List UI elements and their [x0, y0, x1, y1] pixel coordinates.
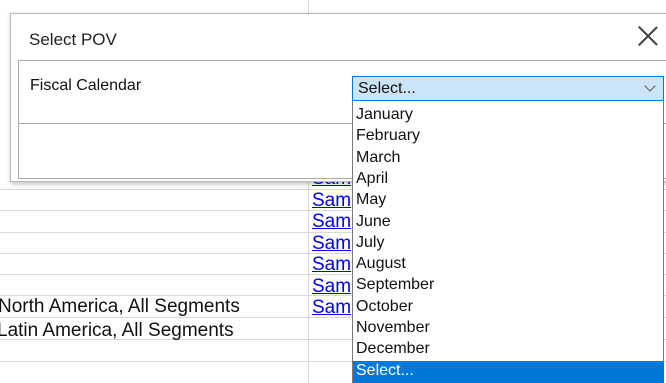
dialog-title: Select POV [29, 30, 117, 49]
close-icon[interactable] [637, 25, 659, 47]
sample-link[interactable]: Sam [312, 254, 351, 276]
option-may[interactable]: May [353, 190, 664, 211]
region-cell: North America, All Segments [0, 296, 240, 317]
fiscal-calendar-select[interactable]: Select... [352, 76, 664, 101]
fiscal-calendar-dropdown-list: January February March April May June Ju… [352, 101, 664, 383]
chevron-down-icon [644, 80, 656, 92]
option-select-placeholder[interactable]: Select... [353, 360, 664, 383]
sample-link[interactable]: Sam [312, 233, 351, 255]
sample-link[interactable]: Sam [312, 276, 351, 298]
sample-link[interactable]: Sam [312, 297, 351, 319]
option-march[interactable]: March [353, 148, 664, 169]
option-october[interactable]: October [353, 297, 664, 318]
sample-link[interactable]: Sam [312, 211, 351, 233]
option-june[interactable]: June [353, 212, 664, 233]
option-february[interactable]: February [353, 126, 664, 147]
sample-link[interactable]: Sam [312, 190, 351, 212]
option-november[interactable]: November [353, 318, 664, 339]
region-cell: Latin America, All Segments [0, 320, 234, 341]
option-august[interactable]: August [353, 254, 664, 275]
option-april[interactable]: April [353, 169, 664, 190]
option-september[interactable]: September [353, 275, 664, 296]
option-december[interactable]: December [353, 339, 664, 360]
select-current-value: Select... [358, 80, 416, 97]
fiscal-calendar-label: Fiscal Calendar [30, 77, 142, 94]
option-july[interactable]: July [353, 233, 664, 254]
option-january[interactable]: January [353, 105, 664, 126]
